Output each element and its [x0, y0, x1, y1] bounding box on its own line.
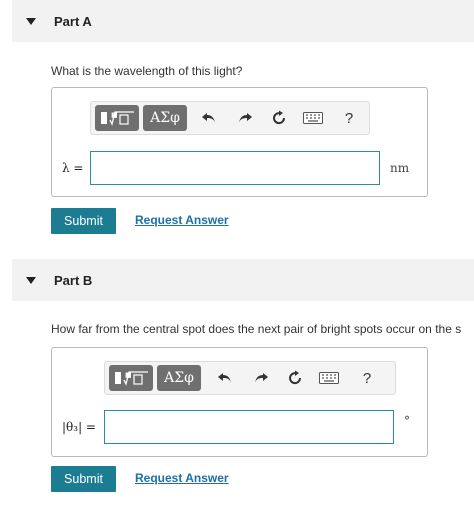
help-icon[interactable]: ?: [337, 106, 361, 130]
part-b-request-answer-link[interactable]: Request Answer: [135, 471, 229, 485]
collapse-triangle-icon[interactable]: [26, 17, 36, 25]
templates-button[interactable]: ■: [109, 365, 153, 391]
part-a-question: What is the wavelength of this light?: [51, 64, 243, 78]
templates-button[interactable]: ■: [95, 105, 139, 131]
symbols-button[interactable]: ΑΣφ: [157, 365, 201, 391]
collapse-triangle-icon[interactable]: [26, 276, 36, 284]
part-b-submit-button[interactable]: Submit: [51, 466, 116, 492]
part-b-input-label: |θ₃| =: [62, 420, 96, 434]
fraction-sqrt-icon: ■: [101, 111, 134, 126]
part-b-unit: °: [404, 414, 410, 428]
redo-icon[interactable]: [249, 366, 273, 390]
undo-icon[interactable]: [213, 366, 237, 390]
keyboard-icon[interactable]: [301, 106, 325, 130]
part-a-header[interactable]: Part A: [12, 0, 474, 42]
part-a-answer-input[interactable]: [90, 151, 380, 185]
part-b-header[interactable]: Part B: [12, 259, 474, 301]
part-b-toolbar: ■ ΑΣφ ?: [104, 361, 396, 395]
part-b-answer-input[interactable]: [104, 410, 394, 444]
reset-icon[interactable]: [283, 366, 307, 390]
reset-icon[interactable]: [267, 106, 291, 130]
keyboard-icon[interactable]: [317, 366, 341, 390]
redo-icon[interactable]: [233, 106, 257, 130]
part-a-unit: nm: [390, 161, 410, 175]
part-a-toolbar: ■ ΑΣφ ?: [90, 101, 370, 135]
part-a-request-answer-link[interactable]: Request Answer: [135, 213, 229, 227]
part-a-input-label: λ =: [62, 161, 84, 175]
part-b-question: How far from the central spot does the n…: [51, 322, 462, 336]
fraction-sqrt-icon: ■: [115, 371, 148, 386]
part-b-title: Part B: [54, 272, 93, 288]
part-a-submit-button[interactable]: Submit: [51, 208, 116, 234]
symbols-button[interactable]: ΑΣφ: [143, 105, 187, 131]
undo-icon[interactable]: [197, 106, 221, 130]
help-icon[interactable]: ?: [355, 366, 379, 390]
part-a-title: Part A: [54, 13, 92, 29]
